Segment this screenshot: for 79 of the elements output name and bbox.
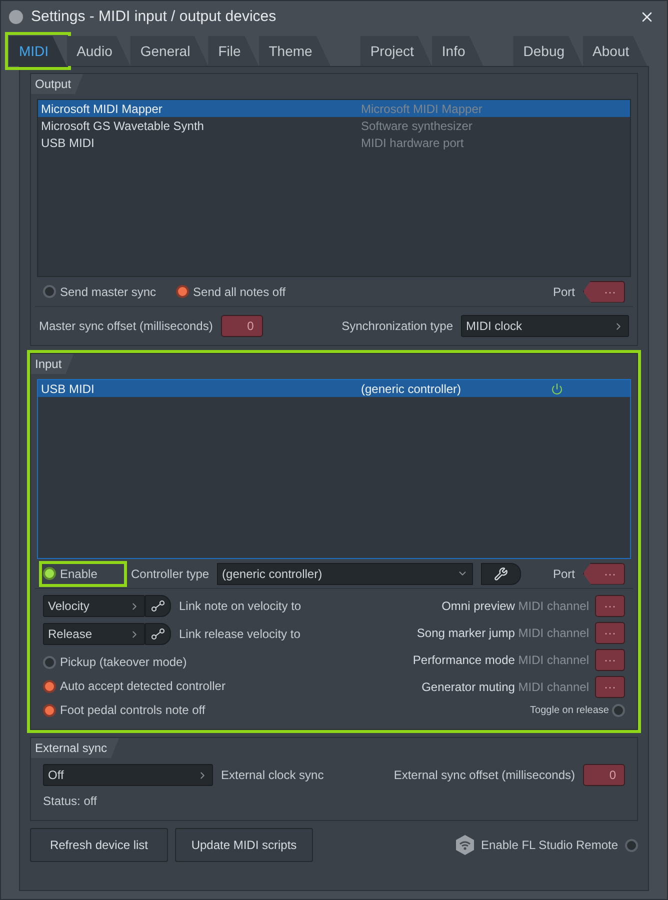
device-row[interactable]: Microsoft GS Wavetable Synth Software synthesizer xyxy=(38,117,630,134)
device-name: USB MIDI xyxy=(41,381,96,398)
port-label: Port xyxy=(552,566,575,582)
controller-type-dropdown[interactable]: (generic controller) xyxy=(217,562,474,584)
wifi-icon xyxy=(456,835,474,855)
link-button[interactable] xyxy=(145,623,171,645)
channel-field[interactable]: ··· xyxy=(595,595,625,617)
channel-field[interactable]: ··· xyxy=(595,622,625,644)
remote-led[interactable] xyxy=(625,838,638,852)
channel-label: Performance mode MIDI channel xyxy=(412,652,589,669)
action-button[interactable]: Update MIDI scripts xyxy=(175,828,313,862)
device-name: USB MIDI xyxy=(41,135,96,152)
link-button[interactable] xyxy=(145,595,171,617)
channel-label: Omni preview MIDI channel xyxy=(442,598,589,615)
tab[interactable]: Theme xyxy=(258,36,330,66)
link-dropdown[interactable]: Velocity xyxy=(43,595,145,617)
device-description: Software synthesizer xyxy=(361,118,474,135)
status-text: Status: off xyxy=(43,794,97,808)
tab[interactable]: Info xyxy=(432,36,484,66)
radio-led[interactable] xyxy=(612,704,625,717)
option-label: Foot pedal controls note off xyxy=(60,702,206,719)
radio-led[interactable] xyxy=(43,656,56,668)
option-label: Auto accept detected controller xyxy=(60,678,226,695)
tab[interactable]: File xyxy=(208,36,259,66)
enable-label: Enable xyxy=(60,566,98,582)
sync-type-dropdown[interactable]: MIDI clock xyxy=(461,315,629,337)
toggle-label: Toggle on release xyxy=(530,704,609,718)
section-title: External sync xyxy=(31,738,120,758)
link-icon xyxy=(151,628,165,640)
link-dropdown[interactable]: Release xyxy=(43,623,145,645)
device-name: Microsoft GS Wavetable Synth xyxy=(41,118,205,135)
option-label: Pickup (takeover mode) xyxy=(60,654,187,671)
channel-label: Generator muting MIDI channel xyxy=(422,679,589,696)
tab[interactable]: Debug xyxy=(513,36,583,66)
option-label: Send master sync xyxy=(60,284,156,300)
offset-field[interactable]: 0 xyxy=(220,315,263,337)
wrench-icon xyxy=(494,566,508,580)
tab[interactable]: MIDI xyxy=(9,36,67,66)
channel-field[interactable]: ··· xyxy=(595,649,625,671)
tab[interactable]: General xyxy=(130,36,208,66)
port-field[interactable]: ··· xyxy=(583,280,625,302)
offset-label: Master sync offset (milliseconds) xyxy=(39,318,213,335)
radio-led[interactable] xyxy=(176,285,190,298)
sync-type-label: Synchronization type xyxy=(342,318,453,335)
window-title: Settings - MIDI input / output devices xyxy=(31,6,276,27)
power-icon[interactable] xyxy=(551,383,563,395)
enable-led[interactable] xyxy=(43,567,56,580)
tab[interactable]: Project xyxy=(360,36,432,66)
port-label: Port xyxy=(552,284,575,300)
section-title: Output xyxy=(31,74,84,94)
sync-mode-dropdown[interactable]: Off xyxy=(43,764,213,786)
device-row[interactable]: USB MIDI (generic controller) xyxy=(38,380,630,397)
controller-name: (generic controller) xyxy=(361,381,462,398)
device-row[interactable]: Microsoft MIDI Mapper Microsoft MIDI Mapper xyxy=(38,100,630,117)
tab[interactable]: About xyxy=(582,36,648,66)
channel-field[interactable]: ··· xyxy=(595,676,625,698)
device-description: MIDI hardware port xyxy=(361,135,465,152)
device-row[interactable]: USB MIDI MIDI hardware port xyxy=(38,134,630,151)
radio-led[interactable] xyxy=(43,285,56,298)
channel-label: Song marker jump MIDI channel xyxy=(416,625,589,642)
link-label: Link release velocity to xyxy=(179,626,300,643)
app-icon xyxy=(9,10,23,24)
device-name: Microsoft MIDI Mapper xyxy=(41,101,164,118)
link-icon xyxy=(151,600,165,612)
link-label: Link note on velocity to xyxy=(179,598,302,615)
sync-offset-label: External sync offset (milliseconds) xyxy=(394,767,575,784)
remote-label: Enable FL Studio Remote xyxy=(481,837,618,854)
device-description: Microsoft MIDI Mapper xyxy=(361,101,484,118)
port-field[interactable]: ··· xyxy=(583,562,625,584)
tab[interactable]: Audio xyxy=(66,36,130,66)
radio-led[interactable] xyxy=(43,680,56,692)
section-title: Input xyxy=(31,354,74,374)
option-label: Send all notes off xyxy=(193,284,286,300)
wrench-button[interactable] xyxy=(481,562,522,584)
action-button[interactable]: Refresh device list xyxy=(30,828,168,862)
radio-led[interactable] xyxy=(43,704,56,716)
sync-offset-field[interactable]: 0 xyxy=(583,764,625,786)
sync-mode-label: External clock sync xyxy=(221,767,324,784)
controller-type-label: Controller type xyxy=(131,566,210,582)
